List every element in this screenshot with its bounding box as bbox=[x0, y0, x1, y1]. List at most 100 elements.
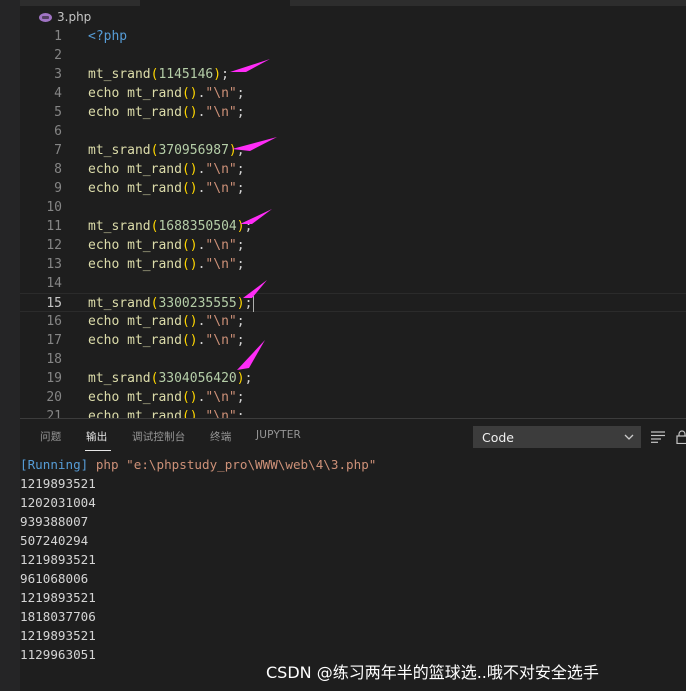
lock-icon[interactable] bbox=[676, 430, 686, 444]
code-token: ) bbox=[213, 67, 222, 82]
line-number: 5 bbox=[54, 105, 62, 120]
output-line: 1219893521 bbox=[20, 476, 96, 491]
code-token: () bbox=[181, 409, 198, 418]
code-token: mt_rand bbox=[127, 257, 182, 272]
code-token: 3300235555 bbox=[158, 296, 237, 311]
code-line[interactable]: 12 echo mt_rand()."\n"; bbox=[20, 236, 686, 255]
output-line: 1219893521 bbox=[20, 628, 96, 643]
code-token: ; bbox=[236, 181, 245, 196]
code-line[interactable]: 15 mt_srand(3300235555); bbox=[20, 293, 686, 312]
output-line: 1219893521 bbox=[20, 552, 96, 567]
line-number: 11 bbox=[46, 219, 62, 234]
code-token: ; bbox=[236, 409, 245, 418]
code-line[interactable]: 13 echo mt_rand()."\n"; bbox=[20, 255, 686, 274]
code-line[interactable]: 17 echo mt_rand()."\n"; bbox=[20, 331, 686, 350]
tab-jupyter[interactable]: JUPYTER bbox=[256, 429, 301, 441]
code-line[interactable]: 11 mt_srand(1688350504); bbox=[20, 217, 686, 236]
line-number: 21 bbox=[46, 409, 62, 418]
code-token: mt_rand bbox=[127, 238, 182, 253]
code-token: echo bbox=[88, 409, 128, 418]
code-line[interactable]: 10 bbox=[20, 198, 686, 217]
line-number: 19 bbox=[46, 371, 62, 386]
code-line[interactable]: 16 echo mt_rand()."\n"; bbox=[20, 312, 686, 331]
code-line[interactable]: 14 bbox=[20, 274, 686, 293]
code-token: "\n" bbox=[205, 105, 237, 120]
list-filter-icon[interactable] bbox=[651, 431, 665, 443]
output-channel-select[interactable]: Code bbox=[473, 426, 641, 448]
code-token: () bbox=[181, 257, 198, 272]
line-number: 14 bbox=[46, 276, 62, 291]
tab-terminal[interactable]: 终端 bbox=[210, 429, 231, 444]
code-token: mt_srand bbox=[88, 143, 151, 158]
php-elephant-icon bbox=[39, 12, 52, 22]
code-token: mt_rand bbox=[127, 333, 182, 348]
code-token: 1145146 bbox=[158, 67, 214, 82]
tab-problems[interactable]: 问题 bbox=[40, 429, 61, 444]
code-line[interactable]: 2 bbox=[20, 46, 686, 65]
output-line: 1202031004 bbox=[20, 495, 96, 510]
line-number: 20 bbox=[46, 390, 62, 405]
code-token: mt_rand bbox=[127, 409, 182, 418]
code-text: echo mt_rand()."\n"; bbox=[88, 103, 245, 122]
code-token: () bbox=[181, 333, 198, 348]
code-line[interactable]: 18 bbox=[20, 350, 686, 369]
code-token: mt_rand bbox=[127, 181, 182, 196]
line-number: 18 bbox=[46, 352, 62, 367]
output-line: 961068006 bbox=[20, 571, 89, 586]
code-line[interactable]: 4 echo mt_rand()."\n"; bbox=[20, 84, 686, 103]
code-line[interactable]: 20 echo mt_rand()."\n"; bbox=[20, 388, 686, 407]
code-token: "\n" bbox=[205, 238, 237, 253]
tab-output[interactable]: 输出 bbox=[86, 429, 107, 444]
code-token: ; bbox=[236, 257, 245, 272]
code-token: () bbox=[181, 238, 198, 253]
line-number: 10 bbox=[46, 200, 62, 215]
code-token: () bbox=[181, 314, 198, 329]
code-token: () bbox=[181, 390, 198, 405]
code-token: mt_rand bbox=[127, 162, 182, 177]
code-text: echo mt_rand()."\n"; bbox=[88, 236, 245, 255]
code-line[interactable]: 3 mt_srand(1145146); bbox=[20, 65, 686, 84]
code-token: "\n" bbox=[205, 86, 237, 101]
output-log: [Running] php "e:\phpstudy_pro\WWW\web\4… bbox=[20, 455, 660, 664]
code-token: () bbox=[181, 181, 198, 196]
code-token: mt_rand bbox=[127, 86, 182, 101]
code-token: mt_srand bbox=[88, 371, 151, 386]
output-line: 1219893521 bbox=[20, 590, 96, 605]
code-line[interactable]: 9 echo mt_rand()."\n"; bbox=[20, 179, 686, 198]
code-token: mt_rand bbox=[127, 105, 182, 120]
code-line[interactable]: 19 mt_srand(3304056420); bbox=[20, 369, 686, 388]
code-text: mt_srand(3300235555); bbox=[88, 294, 255, 313]
code-token: ; bbox=[236, 314, 245, 329]
line-number: 3 bbox=[54, 67, 62, 82]
code-line[interactable]: 8 echo mt_rand()."\n"; bbox=[20, 160, 686, 179]
activity-bar bbox=[0, 0, 20, 691]
code-text: <?php bbox=[88, 28, 127, 46]
code-token: echo bbox=[88, 257, 128, 272]
line-number: 4 bbox=[54, 86, 62, 101]
code-token: "\n" bbox=[205, 409, 237, 418]
code-editor[interactable]: 1 <?php 2 3 mt_srand(1145146); 4 echo mt_rand(… bbox=[20, 28, 686, 418]
output-channel-value: Code bbox=[482, 429, 515, 445]
code-line[interactable]: 7 mt_srand(370956987); bbox=[20, 141, 686, 160]
running-command: php "e:\phpstudy_pro\WWW\web\4\3.php" bbox=[88, 457, 377, 472]
code-line[interactable]: 1 <?php bbox=[20, 28, 686, 46]
code-token: echo bbox=[88, 181, 128, 196]
tab-debug-console[interactable]: 调试控制台 bbox=[132, 429, 186, 444]
line-number: 12 bbox=[46, 238, 62, 253]
editor-tab-3-php[interactable]: 3.php bbox=[20, 6, 686, 28]
code-token: ; bbox=[236, 105, 245, 120]
line-number: 1 bbox=[54, 29, 62, 44]
line-number: 13 bbox=[46, 257, 62, 272]
panel-tab-bar: 问题 输出 调试控制台 终端 JUPYTER Code bbox=[20, 419, 686, 455]
code-line[interactable]: 5 echo mt_rand()."\n"; bbox=[20, 103, 686, 122]
code-token: echo bbox=[88, 333, 128, 348]
code-token: "\n" bbox=[205, 181, 237, 196]
line-number: 2 bbox=[54, 48, 62, 63]
code-token: ; bbox=[236, 238, 245, 253]
code-text: echo mt_rand()."\n"; bbox=[88, 388, 245, 407]
line-number: 7 bbox=[54, 143, 62, 158]
code-line[interactable]: 21 echo mt_rand()."\n"; bbox=[20, 407, 686, 418]
code-line[interactable]: 6 bbox=[20, 122, 686, 141]
code-text: mt_srand(370956987); bbox=[88, 141, 245, 160]
code-token: () bbox=[181, 105, 198, 120]
